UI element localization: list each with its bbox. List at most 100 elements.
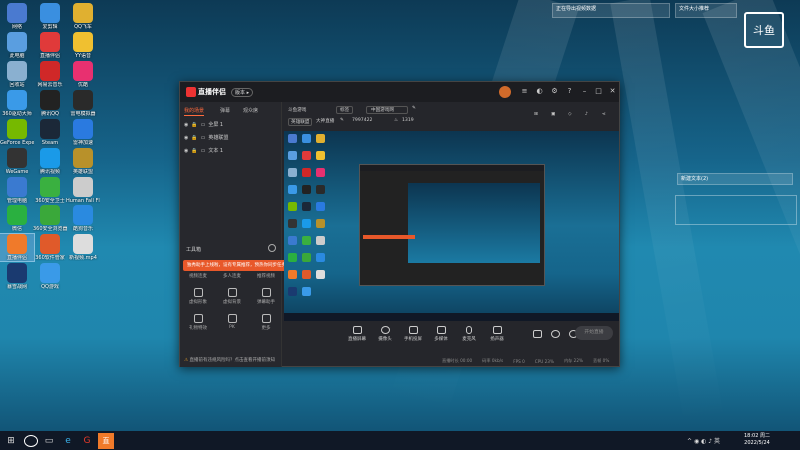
edit-room-icon[interactable]: ✎ — [340, 118, 344, 123]
Q-icon — [40, 263, 60, 283]
scene-item[interactable]: ◉ 🔒 ▭ 英雄联盟 — [184, 134, 228, 142]
rules-tip[interactable]: ⚠ 直播前有违规风险吗？点击查看开播前须知 — [180, 354, 440, 367]
desktop-icon[interactable]: 360安全浏览器 — [33, 205, 67, 232]
tool-label: 虚拟形象 — [189, 300, 207, 305]
start-live-button[interactable]: 开始直播 — [575, 326, 613, 340]
file-size-box: 文件大小推荐 — [675, 3, 737, 18]
preview-icon — [288, 253, 297, 262]
desktop-icon[interactable]: 360软件管家 — [33, 234, 67, 261]
share-icon[interactable]: ⋖ — [602, 112, 606, 117]
phone-cast-button[interactable]: 手机投屏 — [402, 326, 424, 342]
start-icon[interactable]: ⊞ — [3, 433, 19, 449]
close-icon[interactable]: ✕ — [608, 87, 617, 96]
tool-item[interactable]: 礼物特效 — [184, 314, 212, 331]
desktop-icon[interactable]: QQ游戏 — [33, 263, 67, 290]
desktop-icon[interactable]: 新视频.mp4 — [66, 234, 100, 261]
source-icon: ▭ — [200, 134, 206, 141]
desktop-icon[interactable]: 直播伴侣 — [0, 233, 35, 262]
desktop-icon[interactable]: Steam — [33, 119, 67, 146]
screen-capture-button[interactable]: 直播屏幕 — [346, 326, 368, 342]
live-companion-taskbar-icon[interactable]: 直 — [98, 432, 114, 449]
desktop-icon[interactable]: 暴雪战网 — [0, 263, 34, 290]
desktop-icon[interactable]: 此电脑 — [0, 32, 34, 59]
microphone-label: 麦克风 — [462, 337, 476, 342]
desktop-icon[interactable]: 微信 — [0, 205, 34, 232]
fire-icon: ♨ — [394, 118, 399, 123]
task-view-icon[interactable]: ▭ — [41, 433, 57, 449]
scene-item[interactable]: ◉ 🔒 ▭ 文本 1 — [184, 147, 223, 155]
lock-icon[interactable]: 🔒 — [191, 148, 197, 154]
desktop-icon[interactable]: 雷电模拟器 — [66, 90, 100, 117]
preview-icon — [302, 202, 311, 211]
tool-item[interactable]: 弹幕助手 — [252, 288, 280, 305]
L-icon — [73, 148, 93, 168]
avatar[interactable] — [499, 86, 511, 98]
desktop-icon[interactable]: GeForce Experience — [0, 119, 34, 146]
lock-icon[interactable]: 🔒 — [191, 135, 197, 141]
desktop-icon[interactable]: 腾讯QQ — [33, 90, 67, 117]
desktop-icon[interactable]: YY语音 — [66, 32, 100, 59]
search-icon[interactable] — [22, 433, 38, 449]
lock-icon[interactable]: 🔒 — [191, 122, 197, 128]
desktop-icon[interactable]: 腾讯视频 — [33, 148, 67, 175]
tab-danmaku[interactable]: 弹幕 — [220, 107, 230, 114]
maximize-icon[interactable]: □ — [594, 87, 603, 96]
menu-icon[interactable]: ≡ — [520, 87, 529, 96]
desktop-icon[interactable]: 酷狗音乐 — [66, 205, 100, 232]
shield-icon[interactable]: ◇ — [568, 112, 572, 117]
tool-item[interactable]: 更多 — [252, 314, 280, 331]
camera-button[interactable]: 摄像头 — [374, 326, 396, 342]
desktop-icon-label: 暴雪战网 — [6, 284, 27, 290]
edit-title-icon[interactable]: ✎ — [412, 106, 416, 111]
game-label[interactable]: 英雄联盟 — [288, 118, 313, 126]
desktop-icon[interactable]: 管理电脑 — [0, 177, 34, 204]
tab-my-scenes[interactable]: 我的场景 — [184, 107, 204, 114]
desktop-icon[interactable]: 优酷 — [66, 61, 100, 88]
eye-icon[interactable]: ◉ — [184, 148, 188, 154]
tools-help-icon[interactable] — [268, 244, 276, 252]
desktop-icon[interactable]: Human Fall Flat — [66, 177, 100, 204]
desktop-icon-label: 直播伴侣 — [39, 53, 60, 59]
desktop-icon[interactable]: 360驱动大师 — [0, 90, 34, 117]
desktop-icon[interactable]: 爱剪辑 — [33, 3, 67, 30]
media-button[interactable]: 多媒体 — [430, 326, 452, 342]
desktop-icon[interactable]: 直播伴侣 — [33, 32, 67, 59]
box-icon[interactable]: ▣ — [551, 112, 555, 117]
desktop-note-file[interactable]: 新建文本(2) — [677, 173, 793, 185]
help-icon[interactable]: ? — [565, 87, 574, 96]
desktop-icon[interactable]: QQ飞车 — [66, 3, 100, 30]
microphone-button[interactable]: 麦克风 — [458, 326, 480, 342]
stream-title-field[interactable]: 中国游戏网 — [366, 106, 408, 114]
tab-audience[interactable]: 观众席 — [243, 107, 258, 114]
tool-icon — [261, 288, 271, 297]
skin-icon[interactable]: ◐ — [535, 87, 544, 96]
desktop-icon[interactable]: WeGame — [0, 148, 34, 175]
desktop-icon[interactable]: 网易云音乐 — [33, 61, 67, 88]
scene-item[interactable]: ◉ 🔒 ▭ 全屏 1 — [184, 121, 223, 129]
desktop-icon-label: 管理电脑 — [6, 198, 27, 204]
browser-icon[interactable]: G — [79, 433, 95, 449]
minimize-icon[interactable]: – — [580, 87, 589, 96]
desktop-icon-label: WeGame — [5, 169, 29, 175]
edge-icon[interactable]: e — [60, 433, 76, 449]
desktop-icon[interactable]: 360安全卫士 — [33, 177, 67, 204]
tool-item[interactable]: PK — [218, 314, 246, 330]
version-badge[interactable]: 版本 ▸ — [231, 87, 254, 97]
desktop-icon-label: QQ飞车 — [74, 24, 92, 30]
speaker-button[interactable]: 扬声器 — [486, 326, 508, 342]
desktop-icon[interactable]: 英雄联盟 — [66, 148, 100, 175]
gift-icon[interactable]: ⊞ — [534, 112, 538, 117]
tool-item[interactable]: 虚拟形象 — [184, 288, 212, 305]
eye-icon[interactable]: ◉ — [184, 135, 188, 141]
desktop-icon[interactable]: 雷神加速 — [66, 119, 100, 146]
bell-icon[interactable]: ♪ — [585, 112, 588, 117]
desktop-icon[interactable]: 回收站 — [0, 61, 34, 88]
desktop-icon-label: GeForce Experience — [0, 140, 34, 146]
live-preview[interactable] — [284, 131, 619, 321]
settings-icon[interactable]: ⚙ — [550, 87, 559, 96]
desktop-icon[interactable]: 网络 — [0, 3, 34, 30]
category-tag[interactable]: 标签 — [336, 106, 354, 114]
taskbar-clock[interactable]: 18:02 周二 2022/5/24 — [744, 433, 770, 447]
eye-icon[interactable]: ◉ — [184, 122, 188, 128]
tool-item[interactable]: 虚拟背景 — [218, 288, 246, 305]
